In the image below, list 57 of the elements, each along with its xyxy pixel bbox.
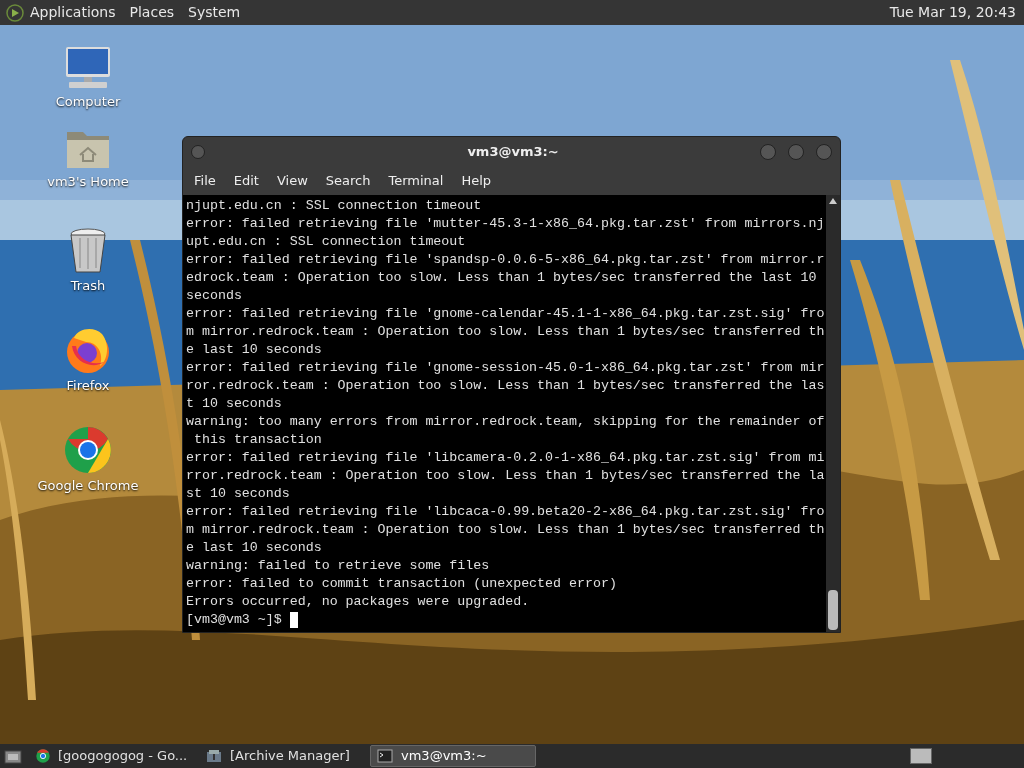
panel-menu[interactable]: System (188, 2, 241, 23)
terminal-line: this transaction (192, 431, 323, 449)
menu-item[interactable]: Search (316, 171, 380, 191)
menu-item[interactable]: View (267, 171, 317, 191)
scrollbar[interactable] (826, 195, 840, 632)
terminal-line: njupt.edu.cn : SSL connection timeout (186, 197, 483, 215)
terminal-line: ror.redrock.team : Operation too slow. Less than 1 bytes/sec transferred the las (186, 377, 826, 395)
panel-menu[interactable]: Applications (30, 2, 116, 23)
menu-item[interactable]: File (185, 171, 225, 191)
show-desktop-icon[interactable] (4, 748, 22, 764)
terminal-line: error: failed retrieving file 'libcamera-0.2.0-1-x86_64.pkg.tar.zst.sig' from mi (186, 449, 826, 467)
clock[interactable]: Tue Mar 19, 20:43 (889, 2, 1016, 23)
menu-item[interactable]: Terminal (379, 171, 453, 191)
terminal-line: error: failed retrieving file 'libcaca-0.99.beta20-2-x86_64.pkg.tar.zst.sig' fro (186, 503, 826, 521)
chrome-icon (64, 426, 112, 474)
scroll-up-arrow-icon[interactable] (829, 198, 837, 204)
terminal-line: m mirror.redrock.team : Operation too slow. Less than 1 bytes/sec transferred th (186, 521, 826, 539)
terminal-line: upt.edu.cn : SSL connection timeout (186, 233, 467, 251)
desktop-icon-label[interactable]: Trash (70, 276, 106, 296)
menu-logo-icon[interactable] (6, 3, 24, 22)
terminal-line: t 10 seconds (186, 395, 283, 413)
scrollbar-thumb[interactable] (828, 590, 838, 630)
window-menu-button[interactable] (191, 145, 205, 159)
taskbar-button[interactable]: [googogogog - Go... (30, 745, 196, 767)
chrome-icon (36, 749, 50, 763)
terminal-line: error: failed retrieving file 'gnome-calendar-45.1-1-x86_64.pkg.tar.zst.sig' fro (186, 305, 826, 323)
panel-menu[interactable]: Places (129, 2, 175, 23)
terminal-line: error: failed retrieving file 'mutter-45.3-1-x86_64.pkg.tar.zst' from mirrors.nj (186, 215, 826, 233)
terminal-line: edrock.team : Operation too slow. Less than 1 bytes/sec transferred the last 10 (186, 269, 818, 287)
firefox-icon (64, 326, 112, 374)
maximize-button[interactable] (788, 144, 804, 160)
terminal-line: error: failed retrieving file 'spandsp-0.0.6-5-x86_64.pkg.tar.zst' from mirror.r (186, 251, 826, 269)
taskbar-button[interactable]: [Archive Manager] (200, 745, 366, 767)
window-title: vm3@vm3:~ (466, 143, 560, 162)
terminal-line: m mirror.redrock.team : Operation too slow. Less than 1 bytes/sec transferred th (186, 323, 826, 341)
terminal-line: warning: failed to retrieve some files (186, 557, 491, 575)
shell-prompt: [vm3@vm3 ~]$ (186, 611, 282, 629)
terminal-line: error: failed to commit transaction (unexpected error) (186, 575, 618, 593)
menu-item[interactable]: Edit (224, 171, 268, 191)
terminal-line: st 10 seconds (186, 485, 291, 503)
terminal-line: Errors occurred, no packages were upgraded. (186, 593, 531, 611)
text-cursor (289, 612, 298, 628)
archive-icon (206, 749, 222, 763)
terminal-line: error: failed retrieving file 'gnome-session-45.0-1-x86_64.pkg.tar.zst' from mir (186, 359, 826, 377)
terminal-line: e last 10 seconds (186, 341, 323, 359)
taskbar-button[interactable]: vm3@vm3:~ (370, 745, 536, 767)
terminal-line: e last 10 seconds (186, 539, 323, 557)
terminal-line: rror.redrock.team : Operation too slow. Less than 1 bytes/sec transferred the la (186, 467, 826, 485)
terminal-icon (377, 749, 393, 763)
workspace-switcher[interactable] (910, 748, 932, 764)
computer-icon (64, 46, 112, 90)
close-button[interactable] (816, 144, 832, 160)
terminal-line: warning: too many errors from mirror.redrock.team, skipping for the remainder of (186, 413, 826, 431)
terminal-line: seconds (186, 287, 243, 305)
trash-icon (68, 226, 108, 274)
menu-item[interactable]: Help (452, 171, 501, 191)
minimize-button[interactable] (760, 144, 776, 160)
